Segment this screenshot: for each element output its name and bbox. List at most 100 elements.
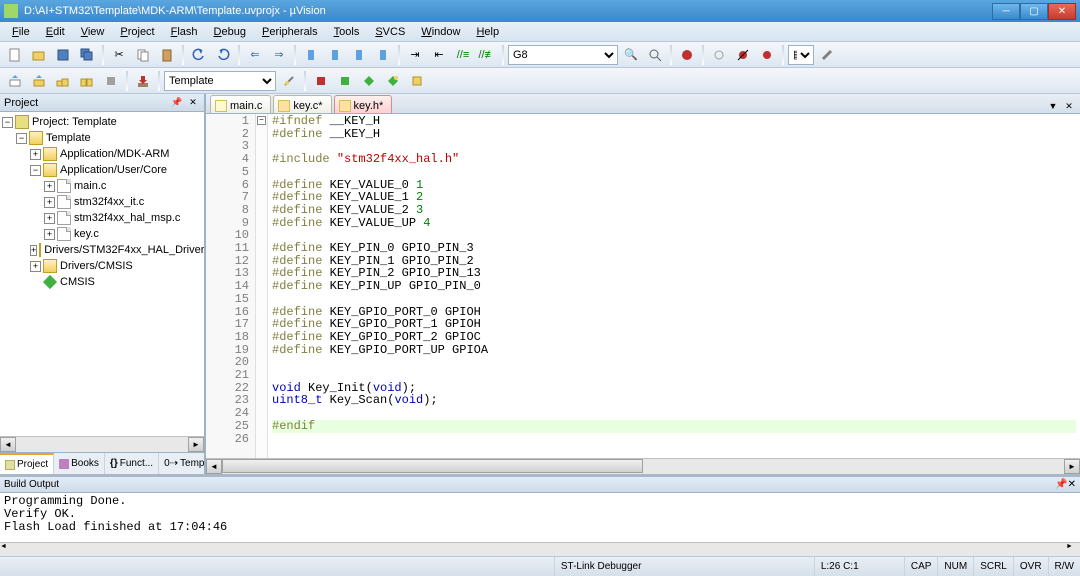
panel-close-icon[interactable]: ✕ bbox=[1068, 479, 1076, 490]
open-file-icon[interactable] bbox=[28, 44, 50, 66]
manage-mpu-icon[interactable] bbox=[382, 70, 404, 92]
tab-books[interactable]: Books bbox=[54, 453, 105, 474]
window-layout-combo[interactable]: ▤ bbox=[788, 45, 814, 65]
menu-flash[interactable]: Flash bbox=[163, 24, 206, 40]
scroll-left-icon[interactable]: ◄ bbox=[206, 459, 222, 474]
tab-close-icon[interactable]: ✕ bbox=[1062, 99, 1076, 113]
cut-icon[interactable]: ✂ bbox=[108, 44, 130, 66]
build-icon[interactable] bbox=[28, 70, 50, 92]
rebuild-icon[interactable] bbox=[52, 70, 74, 92]
menu-debug[interactable]: Debug bbox=[206, 24, 254, 40]
save-all-icon[interactable] bbox=[76, 44, 98, 66]
tree-item[interactable]: +main.c bbox=[0, 178, 204, 194]
build-scrollbar[interactable]: ◄ ► bbox=[0, 542, 1080, 556]
breakpoint-disable-icon[interactable] bbox=[732, 44, 754, 66]
panel-pin-icon[interactable]: 📌 bbox=[1055, 479, 1067, 490]
tree-label: Drivers/CMSIS bbox=[60, 260, 133, 272]
scroll-right-icon[interactable]: ► bbox=[1066, 543, 1080, 556]
folder-icon bbox=[29, 131, 43, 145]
download-icon[interactable] bbox=[132, 70, 154, 92]
project-tree[interactable]: −Project: Template−Template+Application/… bbox=[0, 112, 204, 436]
tree-item[interactable]: +Application/MDK-ARM bbox=[0, 146, 204, 162]
tab-functions[interactable]: {}Funct... bbox=[105, 453, 159, 474]
batch-build-icon[interactable] bbox=[76, 70, 98, 92]
new-file-icon[interactable] bbox=[4, 44, 26, 66]
menu-svcs[interactable]: SVCS bbox=[367, 24, 413, 40]
window-titlebar: D:\AI+STM32\Template\MDK-ARM\Template.uv… bbox=[0, 0, 1080, 22]
tree-item[interactable]: −Project: Template bbox=[0, 114, 204, 130]
manage-layers-icon[interactable] bbox=[406, 70, 428, 92]
scrollbar-thumb[interactable] bbox=[222, 459, 643, 473]
pack-installer-icon[interactable] bbox=[334, 70, 356, 92]
tree-scrollbar[interactable]: ◄ ► bbox=[0, 436, 204, 452]
tree-item[interactable]: +Drivers/STM32F4xx_HAL_Driver bbox=[0, 242, 204, 258]
copy-icon[interactable] bbox=[132, 44, 154, 66]
tab-key-h[interactable]: key.h* bbox=[334, 95, 393, 113]
build-output-text[interactable]: Programming Done.Verify OK.Flash Load fi… bbox=[0, 493, 1080, 542]
manage-rte-icon[interactable] bbox=[310, 70, 332, 92]
tab-main-c[interactable]: main.c bbox=[210, 95, 271, 113]
editor-scrollbar[interactable]: ◄ ► bbox=[206, 458, 1080, 474]
find-prev-icon[interactable] bbox=[644, 44, 666, 66]
manage-books-icon[interactable] bbox=[358, 70, 380, 92]
translate-icon[interactable] bbox=[4, 70, 26, 92]
scroll-right-icon[interactable]: ► bbox=[1064, 459, 1080, 474]
breakpoint-icon[interactable] bbox=[708, 44, 730, 66]
code-editor[interactable]: 1234567891011121314151617181920212223242… bbox=[206, 114, 1080, 458]
close-button[interactable]: ✕ bbox=[1048, 3, 1076, 20]
tree-item[interactable]: +key.c bbox=[0, 226, 204, 242]
outdent-icon[interactable]: ⇤ bbox=[428, 44, 450, 66]
fold-gutter[interactable]: − bbox=[256, 114, 268, 458]
redo-icon[interactable] bbox=[212, 44, 234, 66]
stop-build-icon[interactable] bbox=[100, 70, 122, 92]
breakpoint-kill-icon[interactable] bbox=[756, 44, 778, 66]
tree-item[interactable]: −Template bbox=[0, 130, 204, 146]
tree-item[interactable]: CMSIS bbox=[0, 274, 204, 290]
configure-icon[interactable] bbox=[816, 44, 838, 66]
paste-icon[interactable] bbox=[156, 44, 178, 66]
scroll-left-icon[interactable]: ◄ bbox=[0, 437, 16, 452]
target-options-icon[interactable] bbox=[278, 70, 300, 92]
minimize-button[interactable]: ─ bbox=[992, 3, 1020, 20]
menu-window[interactable]: Window bbox=[413, 24, 468, 40]
undo-icon[interactable] bbox=[188, 44, 210, 66]
uncomment-icon[interactable]: //≢ bbox=[476, 44, 498, 66]
find-combo[interactable]: G8 bbox=[508, 45, 618, 65]
debug-icon[interactable] bbox=[676, 44, 698, 66]
bookmark-next-icon[interactable] bbox=[348, 44, 370, 66]
bookmark-clear-icon[interactable] bbox=[372, 44, 394, 66]
menu-file[interactable]: File bbox=[4, 24, 38, 40]
save-icon[interactable] bbox=[52, 44, 74, 66]
scroll-right-icon[interactable]: ► bbox=[188, 437, 204, 452]
file-icon bbox=[278, 100, 290, 112]
nav-back-icon[interactable]: ⇐ bbox=[244, 44, 266, 66]
find-next-icon[interactable]: 🔍 bbox=[620, 44, 642, 66]
bookmark-prev-icon[interactable] bbox=[324, 44, 346, 66]
scroll-left-icon[interactable]: ◄ bbox=[0, 543, 14, 556]
tree-item[interactable]: −Application/User/Core bbox=[0, 162, 204, 178]
menu-view[interactable]: View bbox=[73, 24, 113, 40]
target-combo[interactable]: Template bbox=[164, 71, 276, 91]
comment-icon[interactable]: //≡ bbox=[452, 44, 474, 66]
menu-help[interactable]: Help bbox=[468, 24, 507, 40]
panel-close-icon[interactable]: ✕ bbox=[186, 96, 200, 110]
tab-project[interactable]: Project bbox=[0, 453, 54, 474]
maximize-button[interactable]: ▢ bbox=[1020, 3, 1048, 20]
indent-icon[interactable]: ⇥ bbox=[404, 44, 426, 66]
menu-peripherals[interactable]: Peripherals bbox=[254, 24, 326, 40]
tab-key-c[interactable]: key.c* bbox=[273, 95, 331, 113]
panel-pin-icon[interactable]: 📌 bbox=[170, 96, 184, 110]
tree-item[interactable]: +Drivers/CMSIS bbox=[0, 258, 204, 274]
tree-item[interactable]: +stm32f4xx_hal_msp.c bbox=[0, 210, 204, 226]
status-cursor-pos: L:26 C:1 bbox=[814, 557, 904, 576]
menu-project[interactable]: Project bbox=[112, 24, 162, 40]
tab-dropdown-icon[interactable]: ▼ bbox=[1046, 99, 1060, 113]
menubar: File Edit View Project Flash Debug Perip… bbox=[0, 22, 1080, 42]
menu-edit[interactable]: Edit bbox=[38, 24, 73, 40]
bookmark-icon[interactable] bbox=[300, 44, 322, 66]
menu-tools[interactable]: Tools bbox=[326, 24, 368, 40]
code-content[interactable]: #ifndef __KEY_H#define __KEY_H #include … bbox=[268, 114, 1080, 458]
tree-label: key.c bbox=[74, 228, 99, 240]
tree-item[interactable]: +stm32f4xx_it.c bbox=[0, 194, 204, 210]
nav-fwd-icon[interactable]: ⇒ bbox=[268, 44, 290, 66]
